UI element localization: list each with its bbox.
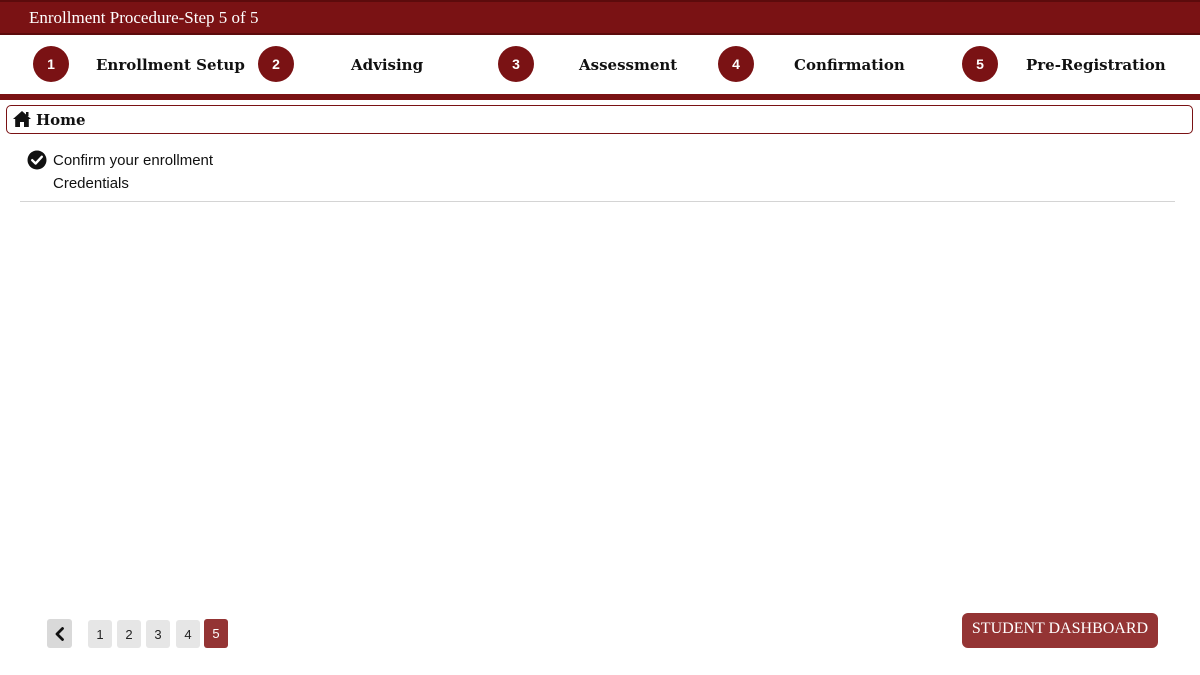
step-4-label[interactable]: Confirmation	[794, 56, 905, 74]
student-dashboard-button[interactable]: STUDENT DASHBOARD	[962, 613, 1158, 648]
home-icon	[13, 111, 31, 127]
step-3-number[interactable]: 3	[498, 46, 534, 82]
steps-bar: 1 Enrollment Setup 2 Advising 3 Assessme…	[0, 35, 1200, 95]
step-2-number[interactable]: 2	[258, 46, 294, 82]
page-button-2[interactable]: 2	[117, 620, 141, 648]
step-1-number[interactable]: 1	[33, 46, 69, 82]
page-button-1[interactable]: 1	[88, 620, 112, 648]
title-bar: Enrollment Procedure-Step 5 of 5	[0, 0, 1200, 35]
step-4-number[interactable]: 4	[718, 46, 754, 82]
confirm-enrollment-text: Confirm your enrollment	[53, 152, 214, 169]
step-1-label[interactable]: Enrollment Setup	[96, 56, 245, 74]
step-5-number[interactable]: 5	[962, 46, 998, 82]
prev-page-button[interactable]	[47, 619, 72, 648]
page-button-3[interactable]: 3	[146, 620, 170, 648]
steps-divider	[0, 94, 1200, 100]
page-button-5-current[interactable]: 5	[204, 619, 228, 648]
enrollment-page: Enrollment Procedure-Step 5 of 5 1 Enrol…	[0, 0, 1200, 675]
credentials-text: Credentials	[53, 175, 129, 192]
step-5-label[interactable]: Pre-Registration	[1026, 56, 1166, 74]
page-button-4[interactable]: 4	[176, 620, 200, 648]
check-circle-icon	[27, 150, 47, 170]
page-title: Enrollment Procedure-Step 5 of 5	[29, 8, 259, 27]
breadcrumb[interactable]: Home	[6, 105, 1193, 134]
step-3-label[interactable]: Assessment	[579, 56, 677, 74]
step-2-label[interactable]: Advising	[351, 56, 423, 74]
home-link[interactable]: Home	[36, 111, 86, 129]
chevron-left-icon	[55, 626, 64, 641]
content-divider	[20, 201, 1175, 202]
